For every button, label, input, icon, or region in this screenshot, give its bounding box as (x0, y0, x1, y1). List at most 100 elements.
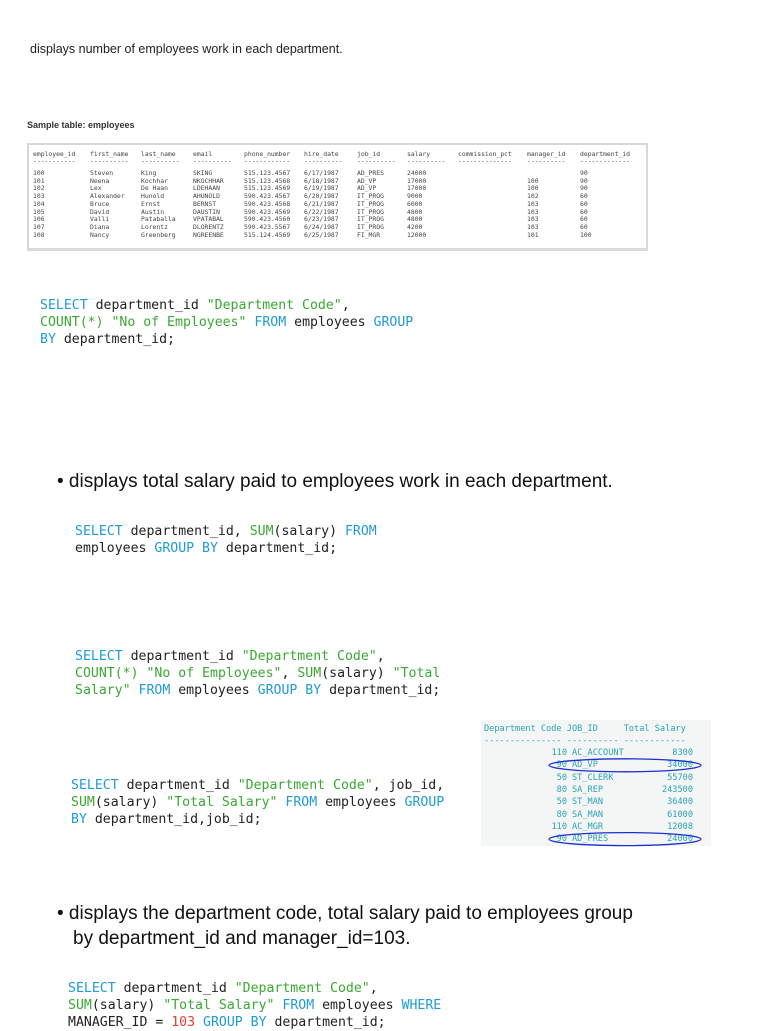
sample-table-caption: Sample table: employees (27, 120, 135, 130)
sql-keyword: BY (40, 332, 56, 347)
sql-keyword: GROUP BY (203, 1015, 267, 1030)
table-cell: NGREENBE (193, 230, 224, 239)
sql-keyword: GROUP BY (257, 683, 322, 698)
sql-keyword: BY (71, 812, 87, 827)
sql-string: "Department Code" (234, 981, 370, 996)
sql-text: (salary) (273, 524, 345, 539)
table-cell: 108 (33, 230, 45, 239)
sql-text: , job_id, (372, 778, 445, 793)
query-count-sum: SELECT department_id "Department Code", C… (75, 648, 440, 699)
sql-text: department_id (122, 649, 242, 664)
sql-keyword: FROM (285, 795, 318, 810)
sql-keyword: FROM (138, 683, 171, 698)
code-line: SUM(salary) "Total Salary" FROM employee… (68, 997, 441, 1014)
table-cell: 101 (527, 230, 539, 239)
sql-keyword: FROM (282, 998, 315, 1013)
code-line: Salary" FROM employees GROUP BY departme… (75, 682, 440, 699)
code-line: SELECT department_id, SUM(salary) FROM (75, 523, 377, 540)
sql-string: "Total Salary" (163, 998, 275, 1013)
code-line: BY department_id; (40, 331, 413, 348)
sql-string: "Total (392, 666, 441, 681)
table-cell: Nancy (90, 230, 110, 239)
column-separator: ---------- (407, 157, 446, 165)
column-separator: ---------- (304, 157, 343, 165)
result-table: Department Code JOB_ID Total Salary -----… (481, 720, 711, 847)
sql-keyword: WHERE (401, 998, 442, 1013)
sql-keyword: GROUP (373, 315, 414, 330)
sql-text: employees (317, 795, 405, 810)
sql-function: COUNT(*) (40, 315, 104, 330)
sql-string: "No of Employees" (111, 315, 247, 330)
bullet-total-salary: • displays total salary paid to employee… (57, 471, 613, 492)
sql-text: employees (286, 315, 374, 330)
sql-text: department_id; (321, 683, 441, 698)
sql-string: "No of Employees" (146, 666, 282, 681)
code-line: COUNT(*) "No of Employees", SUM(salary) … (75, 665, 440, 682)
sql-text: department_id; (266, 1015, 386, 1030)
sql-function: SUM (297, 666, 322, 681)
table-cell: FI_MGR (357, 230, 381, 239)
column-separator: ---------- (357, 157, 396, 165)
column-separator: ------------ (244, 157, 291, 165)
column-separator: -------------- (458, 157, 512, 165)
sql-text: department_id (115, 981, 235, 996)
table-cell: 12000 (407, 230, 427, 239)
query-manager-103: SELECT department_id "Department Code", S… (68, 980, 441, 1031)
column-separator: ---------- (193, 157, 232, 165)
sql-text: , (341, 298, 350, 313)
table-cell: Greenberg (141, 230, 176, 239)
sql-text: MANAGER_ID = (68, 1015, 172, 1030)
code-line: SELECT department_id "Department Code", … (71, 777, 444, 794)
table-cell: 515.124.4569 (244, 230, 291, 239)
sql-function: SUM (71, 795, 95, 810)
code-line: BY department_id,job_id; (71, 811, 444, 828)
query-count-employees: SELECT department_id "Department Code", C… (40, 297, 413, 348)
sql-text: , (376, 649, 385, 664)
sql-keyword: GROUP BY (154, 541, 218, 556)
sql-keyword: GROUP (404, 795, 445, 810)
sql-string: "Department Code" (241, 649, 377, 664)
code-line: employees GROUP BY department_id; (75, 540, 377, 557)
intro-text: displays number of employees work in eac… (30, 42, 343, 56)
sql-text: employees (75, 541, 155, 556)
sql-text: department_id (87, 298, 207, 313)
code-line: COUNT(*) "No of Employees" FROM employee… (40, 314, 413, 331)
table-cell: 6/25/1987 (304, 230, 339, 239)
sql-function: COUNT(*) (75, 666, 139, 681)
sql-function: SUM (68, 998, 92, 1013)
sql-string: "Department Code" (206, 298, 342, 313)
bullet-manager-103-cont: by department_id and manager_id=103. (73, 928, 411, 949)
sql-text: employees (314, 998, 402, 1013)
sql-text: , (281, 666, 298, 681)
sql-string: "Department Code" (237, 778, 373, 793)
column-separator: ----------- (33, 157, 76, 165)
sql-text: department_id; (217, 541, 338, 556)
sql-keyword: SELECT (75, 524, 123, 539)
code-line: SELECT department_id "Department Code", (75, 648, 440, 665)
query-sum-salary: SELECT department_id, SUM(salary) FROM em… (75, 523, 377, 557)
code-line: SELECT department_id "Department Code", (68, 980, 441, 997)
sql-text: (salary) (91, 998, 164, 1013)
sql-keyword: SELECT (68, 981, 116, 996)
query-group-job: SELECT department_id "Department Code", … (71, 777, 444, 828)
code-line: SUM(salary) "Total Salary" FROM employee… (71, 794, 444, 811)
sql-keyword: SELECT (40, 298, 88, 313)
sql-text: department_id (118, 778, 238, 793)
circle-annotation (548, 758, 702, 773)
employees-table: employee_id first_name last_name email phone… (27, 143, 648, 251)
sql-text: department_id; (55, 332, 175, 347)
column-separator: ---------- (90, 157, 129, 165)
sql-text: employees (170, 683, 258, 698)
column-separator: ------------- (580, 157, 631, 165)
sql-keyword: SELECT (75, 649, 123, 664)
handwritten-annotations (548, 758, 702, 847)
column-separator: ---------- (141, 157, 180, 165)
circle-annotation (548, 831, 702, 847)
column-separator: ---------- (527, 157, 566, 165)
sql-keyword: FROM (344, 524, 377, 539)
sql-string: Salary" (75, 683, 131, 698)
sql-keyword: SELECT (71, 778, 119, 793)
sql-text: (salary) (321, 666, 393, 681)
